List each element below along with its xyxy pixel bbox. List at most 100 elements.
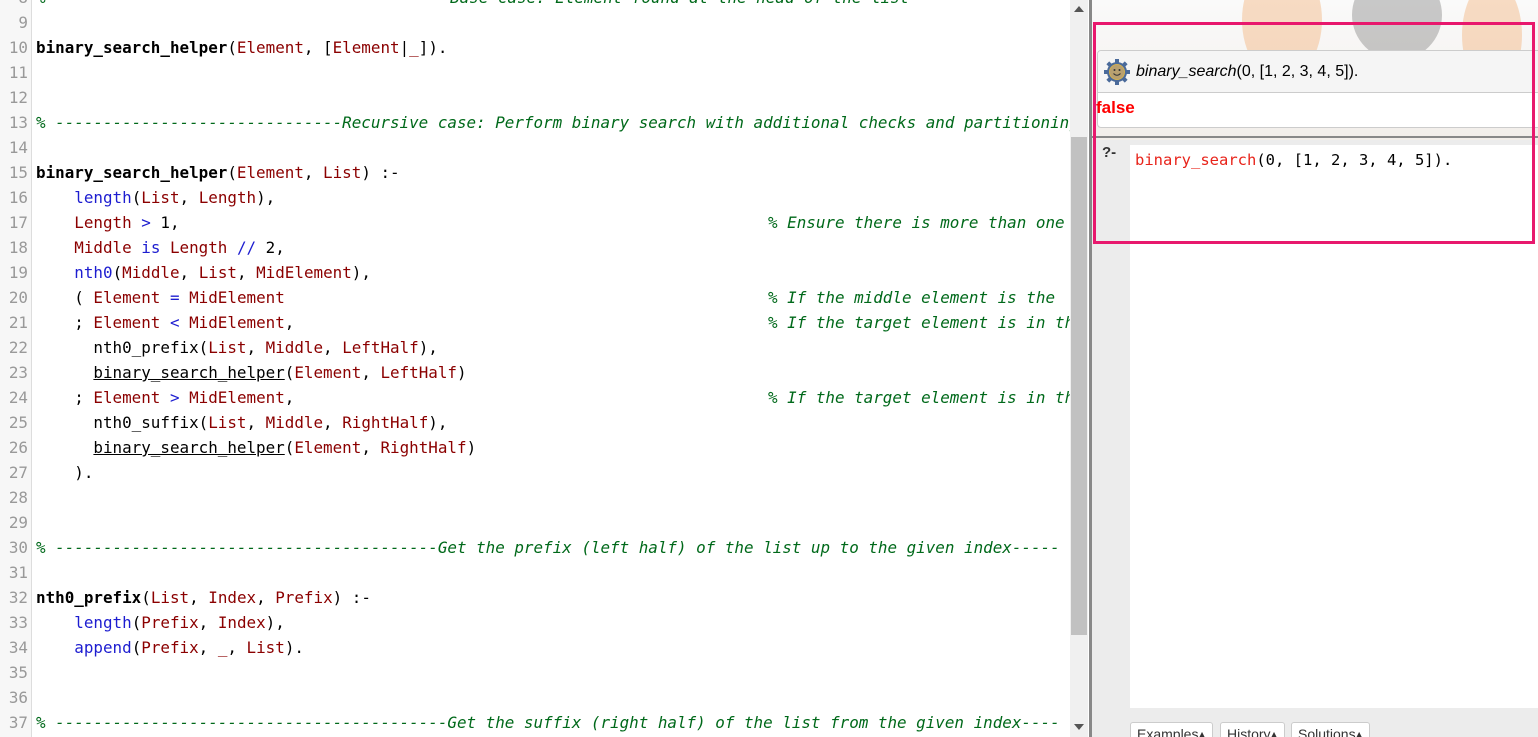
variable: Prefix (275, 588, 333, 607)
inline-comment: Base case: Element found at the head of … (450, 0, 909, 10)
query-input[interactable]: binary_search(0, [1, 2, 3, 4, 5]). (1130, 145, 1538, 708)
code-text: nth0_prefix(List, Middle, LeftHalf), (36, 335, 438, 360)
punctuation: ( (227, 38, 237, 57)
punctuation: , (179, 188, 199, 207)
punctuation: , (323, 413, 343, 432)
builtin: length (74, 188, 132, 207)
solutions-button[interactable]: Solutions▴ (1291, 722, 1370, 737)
code-line[interactable]: 15 binary_search_helper(Element, List) :- (0, 160, 1070, 185)
punctuation (180, 388, 190, 407)
line-number: 28 (8, 488, 28, 507)
punctuation (36, 188, 74, 207)
code-text: nth0_suffix(List, Middle, RightHalf), (36, 410, 447, 435)
punctuation: 2, (256, 238, 285, 257)
variable: Element (93, 313, 161, 332)
code-line[interactable]: 12 (0, 85, 1070, 110)
line-number: 24 (8, 388, 28, 407)
code-line[interactable]: 23 binary_search_helper(Element, LeftHal… (0, 360, 1070, 385)
code-text: binary_search_helper(Element, [Element|_… (36, 35, 447, 60)
operator: > (131, 213, 151, 232)
scroll-down-icon[interactable] (1074, 724, 1084, 730)
code-line[interactable]: 35 (0, 660, 1070, 685)
line-number: 17 (8, 213, 28, 232)
predicate-head: binary_search_helper (36, 38, 228, 57)
examples-button[interactable]: Examples▴ (1130, 722, 1213, 737)
code-line[interactable]: 27 ). (0, 460, 1070, 485)
variable: RightHalf (380, 438, 467, 457)
query-input-predicate: binary_search (1135, 151, 1257, 169)
query-pane: binary_search(0, [1, 2, 3, 4, 5]). false… (1092, 0, 1538, 737)
punctuation: ), (351, 263, 371, 282)
code-line[interactable]: 28 (0, 485, 1070, 510)
code-line[interactable]: 30 % ------------------------------------… (0, 535, 1070, 560)
code-text: binary_search_helper(Element, List) :- (36, 160, 400, 185)
code-line[interactable]: 9 (0, 10, 1070, 35)
history-button[interactable]: History▴ (1220, 722, 1285, 737)
punctuation: nth0_suffix( (36, 413, 209, 432)
code-line[interactable]: 13 % ------------------------------Recurs… (0, 110, 1070, 135)
punctuation (36, 613, 74, 632)
code-editor[interactable]: 8% Base case: Element found at the head o… (0, 0, 1070, 737)
line-number: 14 (8, 138, 28, 157)
code-line[interactable]: 34 append(Prefix, _, List). (0, 635, 1070, 660)
scrollbar-thumb[interactable] (1071, 137, 1087, 635)
punctuation: nth0_prefix( (36, 338, 209, 357)
code-line[interactable]: 17 Length > 1, % Ensure there is more tha… (0, 210, 1070, 235)
punctuation: ). (36, 463, 94, 482)
code-line[interactable]: 25 nth0_suffix(List, Middle, RightHalf), (0, 410, 1070, 435)
variable: MidElement (189, 388, 285, 407)
code-line[interactable]: 22 nth0_prefix(List, Middle, LeftHalf), (0, 335, 1070, 360)
punctuation (36, 238, 74, 257)
punctuation: 1, (150, 213, 180, 232)
punctuation: , (256, 588, 276, 607)
punctuation: , (246, 338, 266, 357)
code-line[interactable]: 11 (0, 60, 1070, 85)
query-separator[interactable] (1092, 136, 1538, 138)
scroll-up-icon[interactable] (1074, 6, 1084, 12)
code-line[interactable]: 21 ; Element < MidElement, % If the targe… (0, 310, 1070, 335)
code-line[interactable]: 36 (0, 685, 1070, 710)
code-line[interactable]: 19 nth0(Middle, List, MidElement), (0, 260, 1070, 285)
line-number: 11 (8, 63, 28, 82)
code-line[interactable]: 37 % ------------------------------------… (0, 710, 1070, 735)
punctuation: ; (36, 313, 94, 332)
code-line[interactable]: 24 ; Element > MidElement, % If the targe… (0, 385, 1070, 410)
line-number: 21 (8, 313, 28, 332)
code-line[interactable]: 33 length(Prefix, Index), (0, 610, 1070, 635)
punctuation: , (303, 163, 324, 182)
punctuation (180, 313, 190, 332)
query-header[interactable]: binary_search(0, [1, 2, 3, 4, 5]). (1098, 51, 1538, 93)
code-text: Length > 1, (36, 210, 180, 235)
variable: MidElement (189, 313, 285, 332)
code-line[interactable]: 26 binary_search_helper(Element, RightHa… (0, 435, 1070, 460)
code-line[interactable]: 29 (0, 510, 1070, 535)
variable: List (208, 413, 247, 432)
punctuation: ). (284, 638, 304, 657)
punctuation (36, 363, 93, 382)
punctuation: , (198, 613, 218, 632)
variable: Prefix (141, 638, 199, 657)
code-line[interactable]: 20 ( Element = MidElement % If the middle… (0, 285, 1070, 310)
code-line[interactable]: 10 binary_search_helper(Element, [Element… (0, 35, 1070, 60)
punctuation: ( (131, 188, 142, 207)
punctuation: | (399, 38, 410, 57)
punctuation: , (284, 388, 295, 407)
variable: Element (93, 288, 161, 307)
query-input-text[interactable]: binary_search(0, [1, 2, 3, 4, 5]). (1135, 151, 1452, 169)
punctuation: ), (418, 338, 438, 357)
punctuation: ), (265, 613, 285, 632)
code-line[interactable]: 18 Middle is Length // 2, (0, 235, 1070, 260)
code-line[interactable]: 32 nth0_prefix(List, Index, Prefix) :- (0, 585, 1070, 610)
code-line[interactable]: 31 (0, 560, 1070, 585)
line-number: 20 (8, 288, 28, 307)
editor-scrollbar[interactable] (1070, 0, 1088, 737)
variable: RightHalf (342, 413, 429, 432)
code-line[interactable]: 16 length(List, Length), (0, 185, 1070, 210)
line-number: 12 (8, 88, 28, 107)
comment: % --------------------------------------… (36, 713, 1060, 732)
code-line[interactable]: 8% Base case: Element found at the head o… (0, 0, 1070, 10)
code-line[interactable]: 14 (0, 135, 1070, 160)
code-text: nth0(Middle, List, MidElement), (36, 260, 371, 285)
punctuation: ), (256, 188, 276, 207)
variable: Middle (265, 413, 324, 432)
